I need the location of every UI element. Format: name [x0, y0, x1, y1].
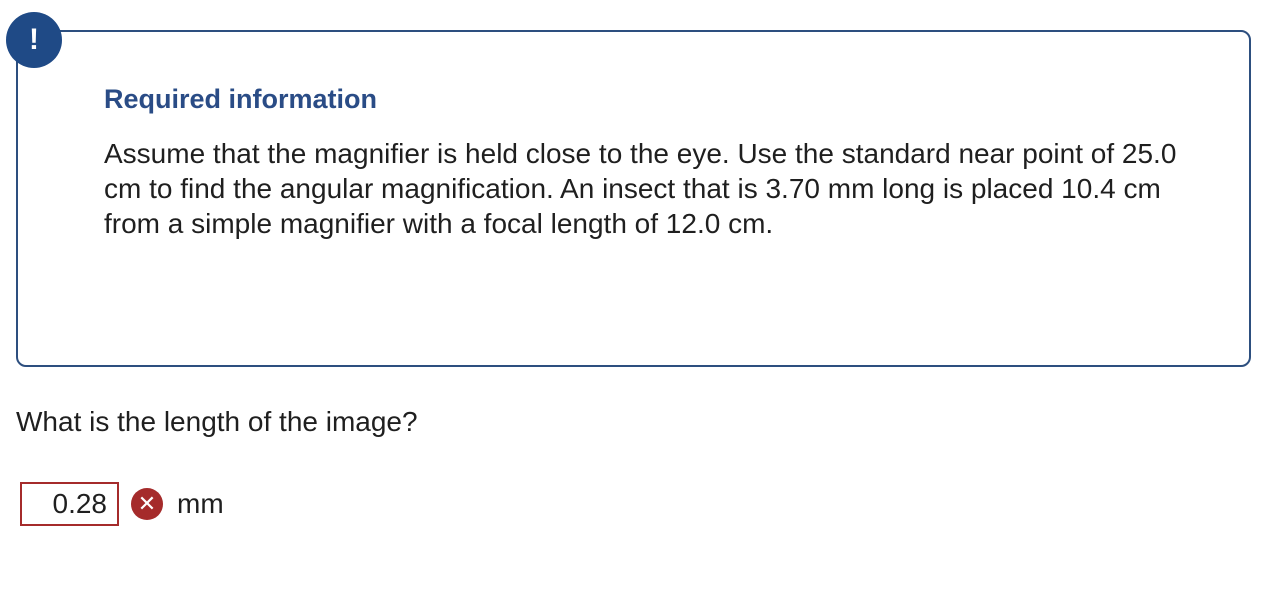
- exclamation-symbol: !: [29, 23, 39, 56]
- info-body-text: Assume that the magnifier is held close …: [104, 138, 1177, 239]
- incorrect-x-icon: ✕: [131, 488, 163, 520]
- unit-label: mm: [177, 488, 224, 519]
- info-title: Required information: [104, 84, 378, 114]
- exclamation-icon: !: [6, 12, 62, 68]
- required-information-box: Required information Assume that the mag…: [16, 30, 1251, 367]
- answer-input[interactable]: [20, 482, 119, 526]
- question-text: What is the length of the image?: [16, 406, 418, 437]
- answer-row: ✕ mm: [20, 482, 224, 526]
